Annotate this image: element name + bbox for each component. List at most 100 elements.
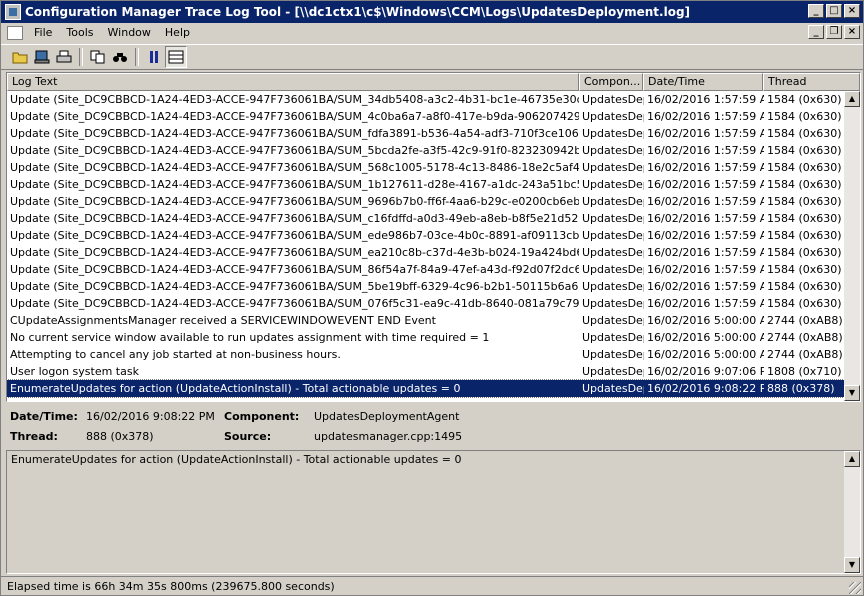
child-minimize-button[interactable]: _ [808,25,824,39]
message-scrollbar[interactable]: ▲ ▼ [844,451,860,573]
table-row[interactable]: Attempting to cancel any job started at … [7,346,844,363]
log-text-cell: Attempting to cancel any job started at … [10,348,341,361]
thread-cell: 1584 (0x630) [767,229,842,242]
table-row[interactable]: Update (Site_DC9CBBCD-1A24-4ED3-ACCE-947… [7,244,844,261]
log-text-cell: Update (Site_DC9CBBCD-1A24-4ED3-ACCE-947… [10,280,579,293]
child-restore-button[interactable]: ❐ [826,25,842,39]
component-cell: UpdatesDep [582,297,644,310]
minimize-button[interactable]: _ [808,4,824,18]
message-box[interactable]: EnumerateUpdates for action (UpdateActio… [6,450,861,574]
thread-label: Thread: [10,430,58,443]
log-text-cell: Update (Site_DC9CBBCD-1A24-4ED3-ACCE-947… [10,246,579,259]
details-toggle-icon[interactable] [165,46,187,68]
pause-icon[interactable] [143,46,165,68]
date-time-cell: 16/02/2016 1:57:59 AM [647,195,764,208]
table-row[interactable]: Update (Site_DC9CBBCD-1A24-4ED3-ACCE-947… [7,142,844,159]
table-row[interactable]: Update (Site_DC9CBBCD-1A24-4ED3-ACCE-947… [7,91,844,108]
date-time-cell: 16/02/2016 1:57:59 AM [647,297,764,310]
date-time-cell: 16/02/2016 1:57:59 AM [647,229,764,242]
component-cell: UpdatesDep [582,212,644,225]
log-text-cell: Update (Site_DC9CBBCD-1A24-4ED3-ACCE-947… [10,195,579,208]
log-text-cell: EnumerateUpdates for action (UpdateActio… [10,382,461,395]
table-row[interactable]: CUpdateAssignmentsManager received a SER… [7,312,844,329]
maximize-button[interactable]: □ [826,4,842,18]
open-folder-icon[interactable] [31,46,53,68]
date-time-cell: 16/02/2016 9:07:06 PM [647,365,764,378]
table-row[interactable]: Update (Site_DC9CBBCD-1A24-4ED3-ACCE-947… [7,193,844,210]
menu-bar: File Tools Window Help _ ❐ × [1,23,863,42]
log-list[interactable]: Log Text Compon... Date/Time Thread Upda… [6,72,861,402]
table-row[interactable]: Update (Site_DC9CBBCD-1A24-4ED3-ACCE-947… [7,159,844,176]
table-row[interactable]: No current service window available to r… [7,329,844,346]
component-cell: UpdatesDep [582,382,644,395]
list-header: Log Text Compon... Date/Time Thread [7,73,860,91]
log-text-cell: Update (Site_DC9CBBCD-1A24-4ED3-ACCE-947… [10,161,579,174]
table-row[interactable]: Update (Site_DC9CBBCD-1A24-4ED3-ACCE-947… [7,108,844,125]
table-row[interactable]: EnumerateUpdates for action (UpdateActio… [7,379,845,398]
document-icon[interactable] [7,25,23,40]
copy-icon[interactable] [87,46,109,68]
component-cell: UpdatesDep [582,280,644,293]
component-cell: UpdatesDep [582,365,644,378]
details-pane: Date/Time: 16/02/2016 9:08:22 PM Compone… [6,405,861,449]
log-text-cell: Update (Site_DC9CBBCD-1A24-4ED3-ACCE-947… [10,229,579,242]
thread-cell: 1584 (0x630) [767,195,842,208]
table-row[interactable]: Update (Site_DC9CBBCD-1A24-4ED3-ACCE-947… [7,261,844,278]
thread-cell: 1808 (0x710) [767,365,842,378]
message-text: EnumerateUpdates for action (UpdateActio… [11,453,462,466]
toolbar [1,44,863,70]
date-time-cell: 16/02/2016 5:00:00 AM [647,331,764,344]
table-row[interactable]: Update (Site_DC9CBBCD-1A24-4ED3-ACCE-947… [7,278,844,295]
thread-cell: 1584 (0x630) [767,280,842,293]
column-log-text[interactable]: Log Text [7,73,579,91]
message-scroll-up-button[interactable]: ▲ [844,451,860,467]
close-button[interactable]: × [844,4,860,18]
thread-cell: 1584 (0x630) [767,93,842,106]
date-time-cell: 16/02/2016 1:57:59 AM [647,161,764,174]
component-cell: UpdatesDep [582,263,644,276]
thread-cell: 1584 (0x630) [767,161,842,174]
table-row[interactable]: User logon system task UpdatesDep 16/02/20… [7,363,844,380]
find-icon[interactable] [109,46,131,68]
component-cell: UpdatesDep [582,195,644,208]
menu-help[interactable]: Help [158,26,197,39]
menu-window[interactable]: Window [101,26,158,39]
thread-cell: 2744 (0xAB8) [767,331,843,344]
column-thread[interactable]: Thread [763,73,860,91]
title-bar[interactable]: Configuration Manager Trace Log Tool - [… [1,1,863,23]
open-icon[interactable] [9,46,31,68]
message-scroll-down-button[interactable]: ▼ [844,557,860,573]
thread-cell: 1584 (0x630) [767,144,842,157]
thread-cell: 1584 (0x630) [767,110,842,123]
list-scrollbar[interactable]: ▲ ▼ [844,91,860,401]
table-row[interactable]: Update (Site_DC9CBBCD-1A24-4ED3-ACCE-947… [7,176,844,193]
log-text-cell: Update (Site_DC9CBBCD-1A24-4ED3-ACCE-947… [10,144,579,157]
component-cell: UpdatesDep [582,93,644,106]
component-cell: UpdatesDep [582,331,644,344]
date-time-cell: 16/02/2016 1:57:59 AM [647,93,764,106]
thread-value: 888 (0x378) [86,430,154,443]
column-component[interactable]: Compon... [579,73,643,91]
datetime-label: Date/Time: [10,410,78,423]
column-date-time[interactable]: Date/Time [643,73,763,91]
date-time-cell: 16/02/2016 9:08:22 PM [647,382,764,395]
date-time-cell: 16/02/2016 1:57:59 AM [647,127,764,140]
print-icon[interactable] [53,46,75,68]
scroll-down-button[interactable]: ▼ [844,385,860,401]
resize-grip[interactable] [849,582,861,594]
app-window: Configuration Manager Trace Log Tool - [… [0,0,864,596]
child-close-button[interactable]: × [844,25,860,39]
table-row[interactable]: Update (Site_DC9CBBCD-1A24-4ED3-ACCE-947… [7,125,844,142]
table-row[interactable]: Update (Site_DC9CBBCD-1A24-4ED3-ACCE-947… [7,295,844,312]
menu-tools[interactable]: Tools [59,26,100,39]
log-text-cell: No current service window available to r… [10,331,490,344]
table-row[interactable]: Update (Site_DC9CBBCD-1A24-4ED3-ACCE-947… [7,210,844,227]
log-text-cell: Update (Site_DC9CBBCD-1A24-4ED3-ACCE-947… [10,127,579,140]
menu-file[interactable]: File [27,26,59,39]
log-text-cell: CUpdateAssignmentsManager received a SER… [10,314,436,327]
scroll-up-button[interactable]: ▲ [844,91,860,107]
thread-cell: 1584 (0x630) [767,127,842,140]
table-row[interactable]: Update (Site_DC9CBBCD-1A24-4ED3-ACCE-947… [7,227,844,244]
date-time-cell: 16/02/2016 1:57:59 AM [647,263,764,276]
component-cell: UpdatesDep [582,314,644,327]
